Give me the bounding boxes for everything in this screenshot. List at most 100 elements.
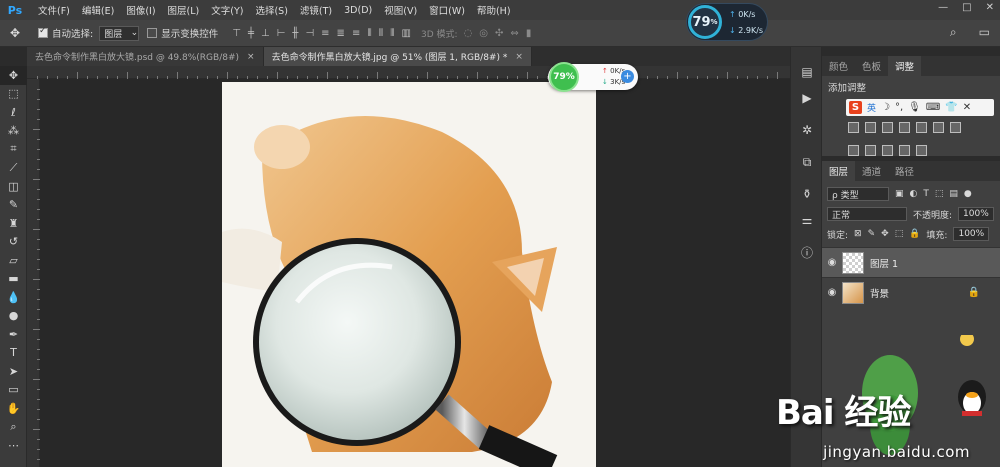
menu-view[interactable]: 视图(V): [378, 3, 423, 17]
invert-icon[interactable]: [848, 145, 859, 156]
minimize-button[interactable]: —: [938, 2, 948, 13]
horizontal-ruler[interactable]: [27, 66, 790, 79]
photo-filter-icon[interactable]: [916, 122, 927, 133]
threshold-icon[interactable]: [882, 145, 893, 156]
history-panel-icon[interactable]: ▤: [791, 59, 823, 85]
add-button[interactable]: +: [621, 70, 634, 83]
menu-filter[interactable]: 滤镜(T): [294, 3, 338, 17]
slide-3d-icon[interactable]: ⇔: [510, 28, 518, 39]
shape-tool-icon[interactable]: ▭: [0, 381, 27, 400]
filter-pixel-icon[interactable]: ▣: [895, 189, 904, 199]
distribute-hcenter-icon[interactable]: ⦀: [379, 28, 383, 39]
pan-3d-icon[interactable]: ✣: [495, 28, 503, 39]
actions-panel-icon[interactable]: ▶: [791, 85, 823, 111]
hue-saturation-icon[interactable]: [865, 122, 876, 133]
close-button[interactable]: ✕: [986, 2, 994, 13]
filter-type-icon[interactable]: T: [923, 189, 929, 199]
menu-window[interactable]: 窗口(W): [423, 3, 471, 17]
vibrance-icon[interactable]: [848, 122, 859, 133]
distribute-right-icon[interactable]: ⦀: [390, 28, 394, 39]
lock-all-icon[interactable]: 🔒: [909, 229, 920, 239]
dodge-tool-icon[interactable]: ●: [0, 307, 27, 326]
properties-icon[interactable]: ⚌: [791, 207, 823, 233]
align-top-icon[interactable]: ⊤: [232, 28, 241, 39]
align-vcenter-icon[interactable]: ╪: [248, 28, 254, 39]
filter-shape-icon[interactable]: ⬚: [935, 189, 944, 199]
document-canvas[interactable]: [222, 82, 596, 467]
filter-adjustment-icon[interactable]: ◐: [910, 189, 918, 199]
show-transform-checkbox[interactable]: [147, 28, 158, 38]
menu-edit[interactable]: 编辑(E): [76, 3, 120, 17]
tab-paths[interactable]: 路径: [888, 161, 921, 181]
layer-filter-dropdown[interactable]: ρ 类型: [827, 187, 889, 201]
black-white-icon[interactable]: [899, 122, 910, 133]
filter-smart-icon[interactable]: ▤: [949, 189, 958, 199]
fill-input[interactable]: 100%: [953, 227, 990, 241]
menu-image[interactable]: 图像(I): [120, 3, 161, 17]
lock-transparent-icon[interactable]: ⊠: [854, 229, 862, 239]
info-icon[interactable]: ⓘ: [791, 239, 823, 265]
path-selection-tool-icon[interactable]: ➤: [0, 362, 27, 381]
network-widget[interactable]: 79% ↑ 0K/s ↓ 3K/s +: [548, 62, 638, 92]
tab-adjustments[interactable]: 调整: [888, 56, 922, 76]
clone-stamp-tool-icon[interactable]: ♜: [0, 214, 27, 233]
layer-row-1[interactable]: ◉ 图层 1: [822, 247, 1000, 277]
filter-toggle-icon[interactable]: ●: [964, 189, 972, 199]
menu-type[interactable]: 文字(Y): [205, 3, 249, 17]
tab-layers[interactable]: 图层: [822, 161, 856, 181]
tab-document-psd[interactable]: 去色命令制作黑白放大镜.psd @ 49.8%(RGB/8#) ×: [27, 47, 264, 66]
auto-select-dropdown[interactable]: 图层 ⌄: [99, 25, 140, 41]
opacity-input[interactable]: 100%: [958, 207, 995, 221]
distribute-vcenter-icon[interactable]: ≣: [337, 28, 345, 39]
auto-align-icon[interactable]: ▥: [402, 28, 411, 39]
brush-settings-icon[interactable]: ✲: [791, 117, 823, 143]
scale-3d-icon[interactable]: ▮: [526, 28, 532, 39]
blur-tool-icon[interactable]: 💧: [0, 288, 27, 307]
menu-help[interactable]: 帮助(H): [471, 3, 517, 17]
lock-image-icon[interactable]: ✎: [868, 229, 876, 239]
lock-position-icon[interactable]: ✥: [881, 229, 889, 239]
selective-color-icon[interactable]: [916, 145, 927, 156]
canvas-area[interactable]: [40, 79, 790, 467]
search-icon[interactable]: ⌕: [950, 25, 957, 40]
posterize-icon[interactable]: [865, 145, 876, 156]
healing-brush-tool-icon[interactable]: ◫: [0, 177, 27, 196]
menu-file[interactable]: 文件(F): [32, 3, 76, 17]
history-brush-tool-icon[interactable]: ↺: [0, 233, 27, 252]
crop-tool-icon[interactable]: ⌗: [0, 140, 27, 159]
clone-source-icon[interactable]: ⧉: [791, 149, 823, 175]
close-icon[interactable]: ×: [515, 52, 523, 62]
hand-tool-icon[interactable]: ✋: [0, 399, 27, 418]
distribute-top-icon[interactable]: ≡: [321, 28, 329, 39]
eyedropper-tool-icon[interactable]: ⟋: [0, 159, 27, 178]
magic-wand-tool-icon[interactable]: ⁂: [0, 122, 27, 141]
eraser-tool-icon[interactable]: ▱: [0, 251, 27, 270]
zoom-tool-icon[interactable]: ⌕: [0, 418, 27, 437]
type-tool-icon[interactable]: T: [0, 344, 27, 363]
tab-channels[interactable]: 通道: [855, 161, 888, 181]
menu-3d[interactable]: 3D(D): [338, 5, 378, 16]
move-tool-preset-icon[interactable]: ✥: [0, 26, 30, 40]
auto-select-checkbox[interactable]: [38, 26, 48, 38]
close-icon[interactable]: ×: [247, 52, 255, 62]
gradient-map-icon[interactable]: [899, 145, 910, 156]
vertical-ruler[interactable]: [27, 79, 40, 467]
align-left-icon[interactable]: ⊢: [277, 28, 286, 39]
color-balance-icon[interactable]: [882, 122, 893, 133]
pen-tool-icon[interactable]: ✒: [0, 325, 27, 344]
align-right-icon[interactable]: ⊣: [305, 28, 314, 39]
eye-icon[interactable]: ◉: [822, 257, 842, 268]
blend-mode-dropdown[interactable]: 正常: [827, 207, 907, 221]
color-lookup-icon[interactable]: [950, 122, 961, 133]
move-tool-icon[interactable]: ✥: [0, 66, 27, 85]
more-tools-icon[interactable]: ⋯: [0, 436, 27, 455]
gradient-tool-icon[interactable]: ▬: [0, 270, 27, 289]
menu-select[interactable]: 选择(S): [249, 3, 293, 17]
menu-layer[interactable]: 图层(L): [162, 3, 206, 17]
tool-presets-icon[interactable]: ⚱: [791, 181, 823, 207]
lock-artboard-icon[interactable]: ⬚: [895, 229, 904, 239]
tab-swatches[interactable]: 色板: [855, 56, 888, 76]
maximize-button[interactable]: □: [962, 2, 971, 13]
orbit-3d-icon[interactable]: ◌: [464, 28, 473, 39]
tab-document-jpg[interactable]: 去色命令制作黑白放大镜.jpg @ 51% (图层 1, RGB/8#) * ×: [263, 47, 532, 66]
